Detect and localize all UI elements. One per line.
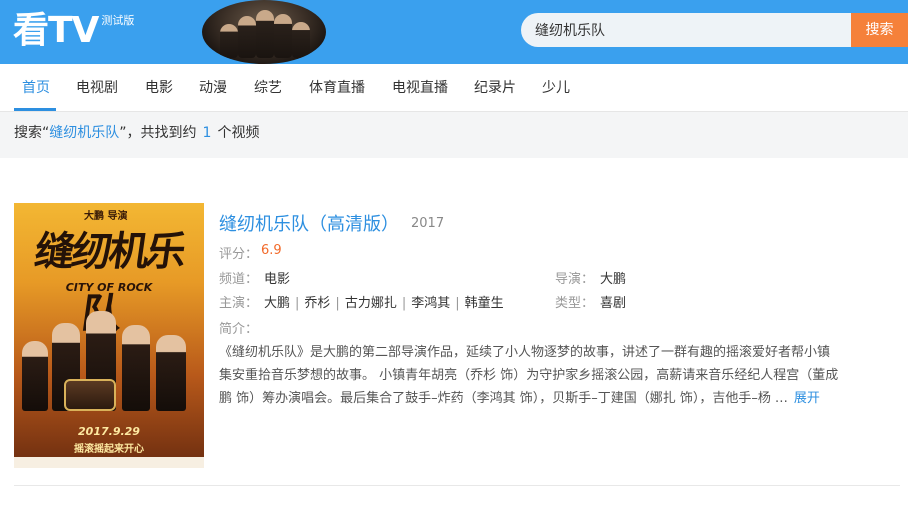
banner-figure (256, 10, 274, 58)
intro-text: 《缝纫机乐队》是大鹏的第二部导演作品，延续了小人物逐梦的故事，讲述了一群有趣的摇… (219, 341, 889, 410)
intro-ellipsis: … (774, 391, 788, 406)
intro-line: 《缝纫机乐队》是大鹏的第二部导演作品，延续了小人物逐梦的故事，讲述了一群有趣的摇… (219, 345, 831, 360)
poster-figure (22, 341, 48, 411)
cast-separator: | (455, 296, 460, 311)
summary-prefix: 搜索“ (14, 125, 50, 141)
promo-banner-image[interactable] (202, 0, 326, 64)
score-label: 评分： (219, 247, 259, 262)
summary-count: 1 (202, 125, 212, 141)
cast-separator: | (335, 296, 340, 311)
genre-label: 类型： (555, 296, 595, 311)
summary-middle: ”，共找到约 (119, 125, 197, 141)
intro-label: 简介： (219, 322, 259, 337)
nav-item-kids[interactable]: 少儿 (542, 64, 570, 112)
cast-member-link[interactable]: 古力娜扎 (345, 296, 397, 311)
expand-button[interactable]: 展开 (794, 387, 820, 410)
banner-figure (274, 14, 292, 58)
nav-item-home[interactable]: 首页 (22, 64, 50, 112)
nav-item-variety[interactable]: 综艺 (254, 64, 282, 112)
search-box (521, 13, 851, 47)
search-button[interactable]: 搜索 (851, 13, 908, 47)
poster-slogan: 摇滚摇起来开心 (74, 444, 144, 455)
cast-member-link[interactable]: 李鸿其 (411, 296, 450, 311)
channel-value[interactable]: 电影 (264, 268, 290, 287)
poster-credit: 大鹏 导演 (84, 211, 128, 222)
nav-item-movies[interactable]: 电影 (145, 64, 173, 112)
poster-subtitle: CITY OF ROCK (65, 281, 153, 294)
nav-item-tv-live[interactable]: 电视直播 (392, 64, 448, 112)
main-nav: 首页 电视剧 电影 动漫 综艺 体育直播 电视直播 纪录片 少儿 (0, 64, 908, 112)
poster-figure (122, 325, 150, 411)
summary-suffix: 个视频 (217, 125, 260, 141)
channel-label: 频道： (219, 272, 259, 287)
intro-line-last: 鹏 饰）筹办演唱会。最后集合了鼓手–炸药（李鸿其 饰），贝斯手–丁建国（娜扎 饰… (219, 387, 889, 410)
cast-separator: | (295, 296, 300, 311)
result-year: 2017 (411, 216, 445, 231)
header-bar: 看TV 测试版 搜索 (0, 0, 908, 64)
nav-item-tv-series[interactable]: 电视剧 (76, 64, 118, 112)
genre-value[interactable]: 喜剧 (600, 292, 626, 311)
search-summary: 搜索“缝纫机乐队”，共找到约 1 个视频 (0, 112, 908, 158)
cast-member-link[interactable]: 韩童生 (465, 296, 504, 311)
site-logo[interactable]: 看TV 测试版 (13, 8, 134, 56)
cast-member-link[interactable]: 大鹏 (264, 296, 290, 311)
poster-figure (156, 335, 186, 411)
cast-member-link[interactable]: 乔杉 (304, 296, 330, 311)
movie-poster[interactable]: 大鹏 导演 缝纫机乐队 CITY OF ROCK 2017.9.29 摇滚摇起来… (14, 203, 204, 468)
score-value: 6.9 (261, 243, 282, 258)
intro-line-text: 鹏 饰）筹办演唱会。最后集合了鼓手–炸药（李鸿其 饰），贝斯手–丁建国（娜扎 饰… (219, 391, 771, 406)
director-label: 导演： (555, 272, 595, 287)
cast-label: 主演： (219, 296, 259, 311)
summary-keyword: 缝纫机乐队 (49, 125, 120, 141)
nav-item-documentary[interactable]: 纪录片 (474, 64, 516, 112)
poster-drum (64, 379, 116, 411)
banner-figure (292, 22, 310, 58)
director-value[interactable]: 大鹏 (600, 268, 626, 287)
nav-item-sports-live[interactable]: 体育直播 (309, 64, 365, 112)
result-title-link[interactable]: 缝纫机乐队（高清版） (219, 210, 399, 236)
nav-active-indicator (14, 108, 56, 111)
result-divider (14, 485, 900, 486)
logo-text: 看TV (13, 10, 99, 51)
nav-item-anime[interactable]: 动漫 (199, 64, 227, 112)
intro-line: 集安重拾音乐梦想的故事。 小镇青年胡亮（乔杉 饰）为守护家乡摇滚公园，高薪请来音… (219, 368, 839, 383)
search-input[interactable] (521, 13, 851, 47)
cast-separator: | (401, 296, 407, 311)
poster-title-art: 缝纫机乐队 (31, 229, 187, 337)
banner-figure (238, 16, 256, 58)
search-result-item: 大鹏 导演 缝纫机乐队 CITY OF ROCK 2017.9.29 摇滚摇起来… (0, 158, 908, 515)
cast-list: 大鹏 | 乔杉 | 古力娜扎 | 李鸿其 | 韩童生 (264, 292, 504, 311)
banner-figure (220, 24, 238, 58)
poster-date: 2017.9.29 (78, 425, 140, 438)
logo-badge: 测试版 (101, 14, 135, 27)
poster-logo-strip (14, 457, 204, 468)
